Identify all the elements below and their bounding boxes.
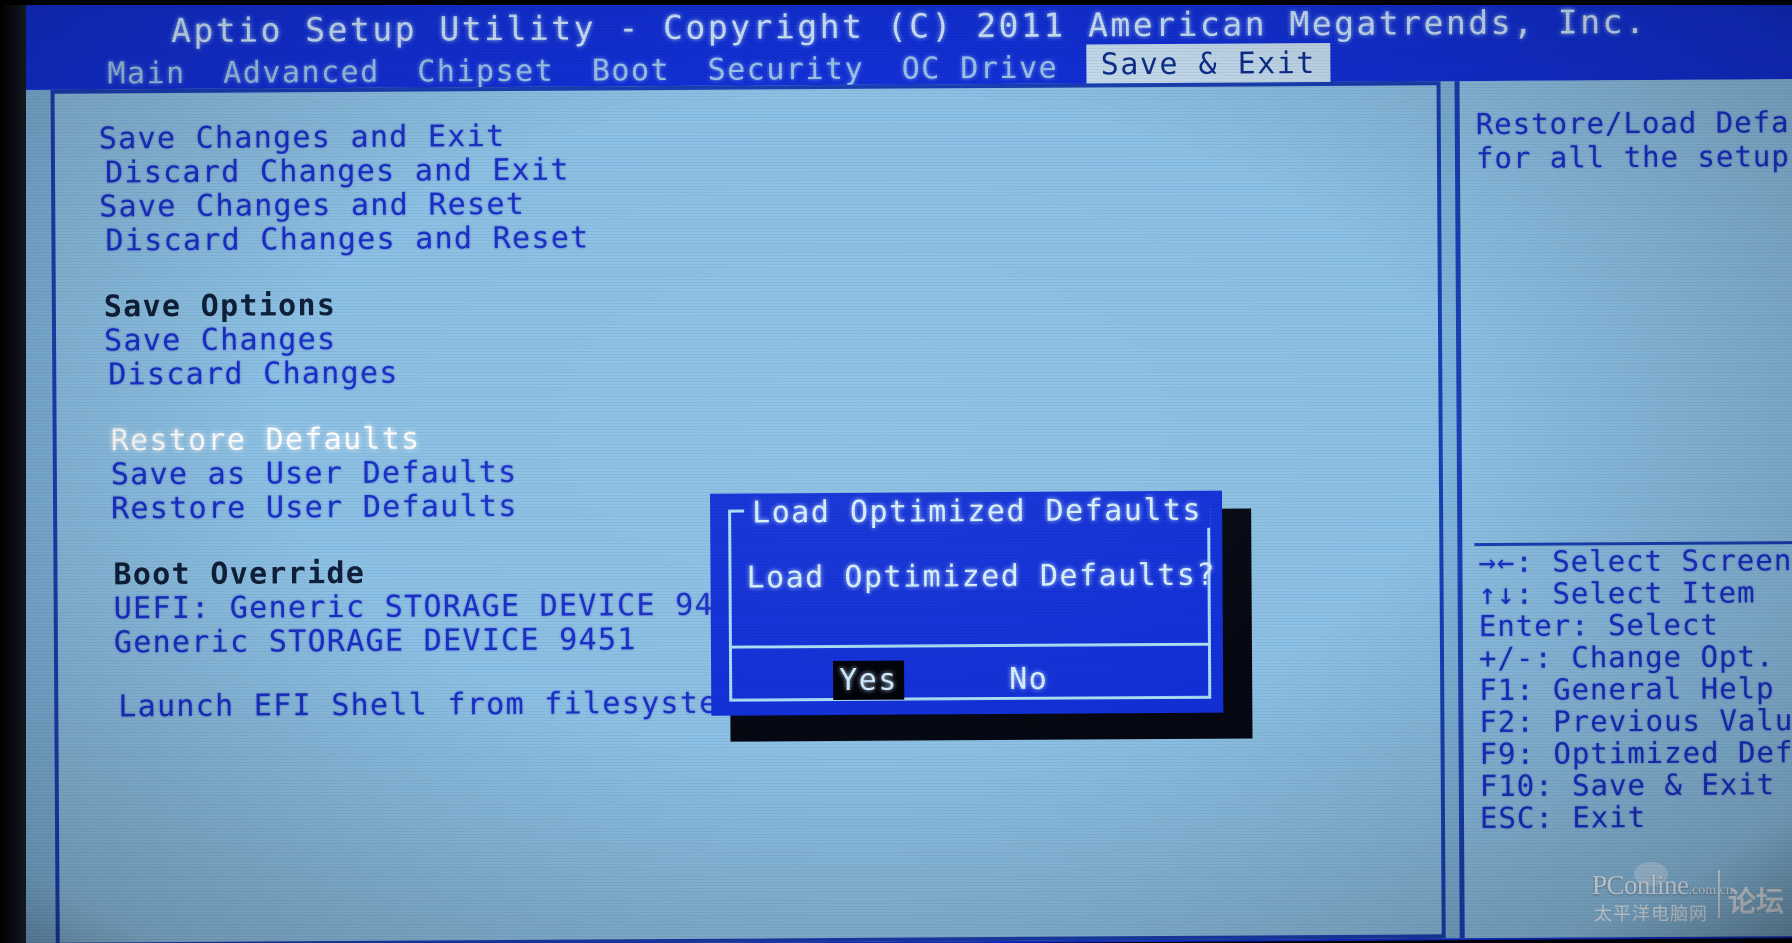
tab-advanced[interactable]: Advanced [214,53,389,93]
watermark-forum-label: 论坛 [1728,885,1785,918]
key-legend-enter-select: Enter: Select [1478,607,1719,644]
watermark-divider [1718,870,1720,918]
key-legend-previous-values: F2: Previous Values [1479,702,1792,740]
dialog-border [728,506,1212,702]
section-header-boot-override: Boot Override [113,555,366,593]
load-optimized-defaults-dialog: Load Optimized Defaults Load Optimized D… [710,490,1224,716]
menu-item-save-changes-and-reset[interactable]: Save Changes and Reset [99,187,525,225]
menu-item-save-as-user-defaults[interactable]: Save as User Defaults [111,455,518,492]
menu-item-save-changes[interactable]: Save Changes [104,322,337,358]
page-title: Aptio Setup Utility - Copyright (C) 2011… [170,2,1648,51]
tab-chipset[interactable]: Chipset [408,52,563,92]
key-legend-select-item: ↑↓: Select Item [1478,575,1756,612]
tab-main[interactable]: Main [98,54,194,94]
menu-item-discard-changes-and-exit[interactable]: Discard Changes and Exit [105,153,570,191]
tab-boot[interactable]: Boot [583,51,679,91]
key-legend-general-help: F1: General Help [1479,671,1775,708]
key-legend-change-opt: +/-: Change Opt. [1478,639,1775,676]
dialog-title: Load Optimized Defaults [744,492,1211,531]
menu-item-restore-defaults[interactable]: Restore Defaults [111,422,421,459]
watermark-chinese-name: 太平洋电脑网 [1594,904,1708,925]
menu-item-generic-storage-device[interactable]: Generic STORAGE DEVICE 9451 [114,622,637,660]
section-header-save-options: Save Options [103,288,337,325]
watermark-brand-text: PConline [1592,870,1689,900]
crt-photo-frame: Aptio Setup Utility - Copyright (C) 2011… [0,0,1792,943]
key-legend-optimized-defaults: F9: Optimized Defau [1479,734,1792,772]
menu-item-discard-changes-and-reset[interactable]: Discard Changes and Reset [105,220,589,258]
menu-item-restore-user-defaults[interactable]: Restore User Defaults [111,489,518,526]
body-area: Save Changes and Exit Discard Changes an… [14,79,1792,943]
dialog-no-button[interactable]: No [1003,660,1054,699]
watermark-domain-suffix: .com.cn [1688,883,1733,898]
key-legend-esc-exit: ESC: Exit [1479,800,1647,836]
menu-item-uefi-generic-storage-device[interactable]: UEFI: Generic STORAGE DEVICE 9451 [114,587,753,626]
help-panel: Restore/Load Defa for all the setup →←: … [1454,79,1792,939]
tab-oc-drive[interactable]: OC Drive [893,49,1068,89]
menu-item-discard-changes[interactable]: Discard Changes [108,356,399,393]
pconline-watermark: PConline.com.cn 太平洋电脑网 论坛 [1592,862,1792,934]
help-description-line-2: for all the setup [1475,139,1790,176]
watermark-brand: PConline.com.cn [1592,870,1733,901]
tab-save-and-exit[interactable]: Save & Exit [1086,42,1331,88]
dialog-yes-button[interactable]: Yes [833,660,904,701]
help-description-line-1: Restore/Load Defa [1475,105,1790,142]
bios-setup-screen: Aptio Setup Utility - Copyright (C) 2011… [14,0,1792,943]
menu-item-save-changes-and-exit[interactable]: Save Changes and Exit [99,119,506,156]
key-legend-save-and-exit: F10: Save & Exit [1479,767,1776,804]
key-legend-select-screen: →←: Select Screen [1478,543,1792,580]
dialog-message: Load Optimized Defaults? [746,557,1217,596]
tab-security[interactable]: Security [698,50,873,90]
